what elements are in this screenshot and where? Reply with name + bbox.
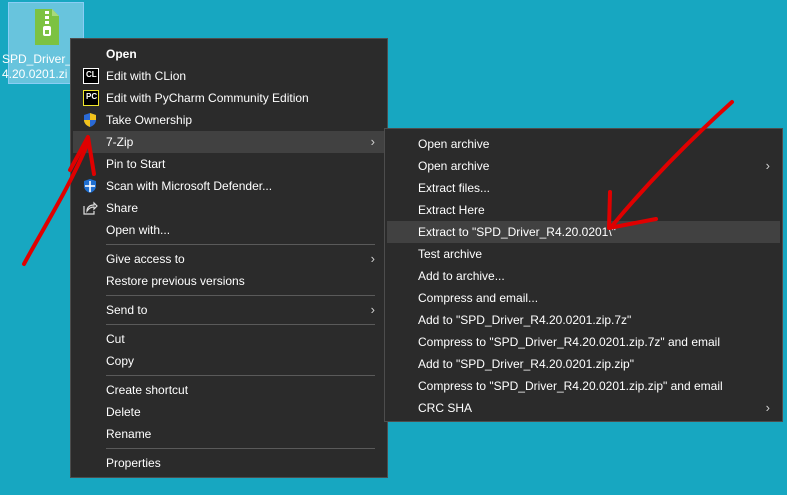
- chevron-right-icon: ›: [370, 134, 375, 149]
- chevron-right-icon: ›: [370, 302, 375, 317]
- chevron-right-icon: ›: [370, 251, 375, 266]
- menu-item-edit-clion[interactable]: CL Edit with CLion: [73, 65, 385, 87]
- share-icon: [83, 201, 98, 215]
- menu-item-cut[interactable]: Cut: [73, 328, 385, 350]
- seven-zip-submenu: Open archive Open archive › Extract file…: [384, 128, 783, 422]
- sub-item-crc-sha[interactable]: CRC SHA ›: [387, 397, 780, 419]
- sub-item-test-archive[interactable]: Test archive: [387, 243, 780, 265]
- sub-item-open-archive[interactable]: Open archive: [387, 133, 780, 155]
- menu-separator: [106, 448, 375, 449]
- menu-item-create-shortcut[interactable]: Create shortcut: [73, 379, 385, 401]
- defender-shield-icon: [84, 179, 96, 193]
- sub-item-add-7z[interactable]: Add to "SPD_Driver_R4.20.0201.zip.7z": [387, 309, 780, 331]
- sub-item-compress-zip-email[interactable]: Compress to "SPD_Driver_R4.20.0201.zip.z…: [387, 375, 780, 397]
- menu-separator: [106, 244, 375, 245]
- menu-item-7zip[interactable]: 7-Zip ›: [73, 131, 385, 153]
- context-menu: Open CL Edit with CLion PC Edit with PyC…: [70, 38, 388, 478]
- menu-item-rename[interactable]: Rename: [73, 423, 385, 445]
- menu-separator: [106, 295, 375, 296]
- menu-item-restore-versions[interactable]: Restore previous versions: [73, 270, 385, 292]
- menu-separator: [106, 375, 375, 376]
- zip-file-icon: [35, 9, 59, 45]
- menu-separator: [106, 324, 375, 325]
- sub-item-extract-files[interactable]: Extract files...: [387, 177, 780, 199]
- sub-item-compress-7z-email[interactable]: Compress to "SPD_Driver_R4.20.0201.zip.7…: [387, 331, 780, 353]
- menu-item-copy[interactable]: Copy: [73, 350, 385, 372]
- menu-item-scan-defender[interactable]: Scan with Microsoft Defender...: [73, 175, 385, 197]
- chevron-right-icon: ›: [765, 400, 770, 415]
- sub-item-add-zip[interactable]: Add to "SPD_Driver_R4.20.0201.zip.zip": [387, 353, 780, 375]
- menu-item-open-with[interactable]: Open with...: [73, 219, 385, 241]
- menu-item-open[interactable]: Open: [73, 43, 385, 65]
- menu-item-edit-pycharm[interactable]: PC Edit with PyCharm Community Edition: [73, 87, 385, 109]
- menu-item-pin-to-start[interactable]: Pin to Start: [73, 153, 385, 175]
- sub-item-open-archive-more[interactable]: Open archive ›: [387, 155, 780, 177]
- sub-item-extract-here[interactable]: Extract Here: [387, 199, 780, 221]
- clion-icon: CL: [83, 68, 99, 84]
- chevron-right-icon: ›: [765, 158, 770, 173]
- sub-item-compress-email[interactable]: Compress and email...: [387, 287, 780, 309]
- pycharm-icon: PC: [83, 90, 99, 106]
- menu-item-share[interactable]: Share: [73, 197, 385, 219]
- menu-item-delete[interactable]: Delete: [73, 401, 385, 423]
- menu-item-take-ownership[interactable]: Take Ownership: [73, 109, 385, 131]
- menu-item-send-to[interactable]: Send to ›: [73, 299, 385, 321]
- uac-shield-icon: [84, 113, 96, 127]
- sub-item-extract-to[interactable]: Extract to "SPD_Driver_R4.20.0201\": [387, 221, 780, 243]
- sub-item-add-to-archive[interactable]: Add to archive...: [387, 265, 780, 287]
- menu-item-give-access[interactable]: Give access to ›: [73, 248, 385, 270]
- menu-item-properties[interactable]: Properties: [73, 452, 385, 474]
